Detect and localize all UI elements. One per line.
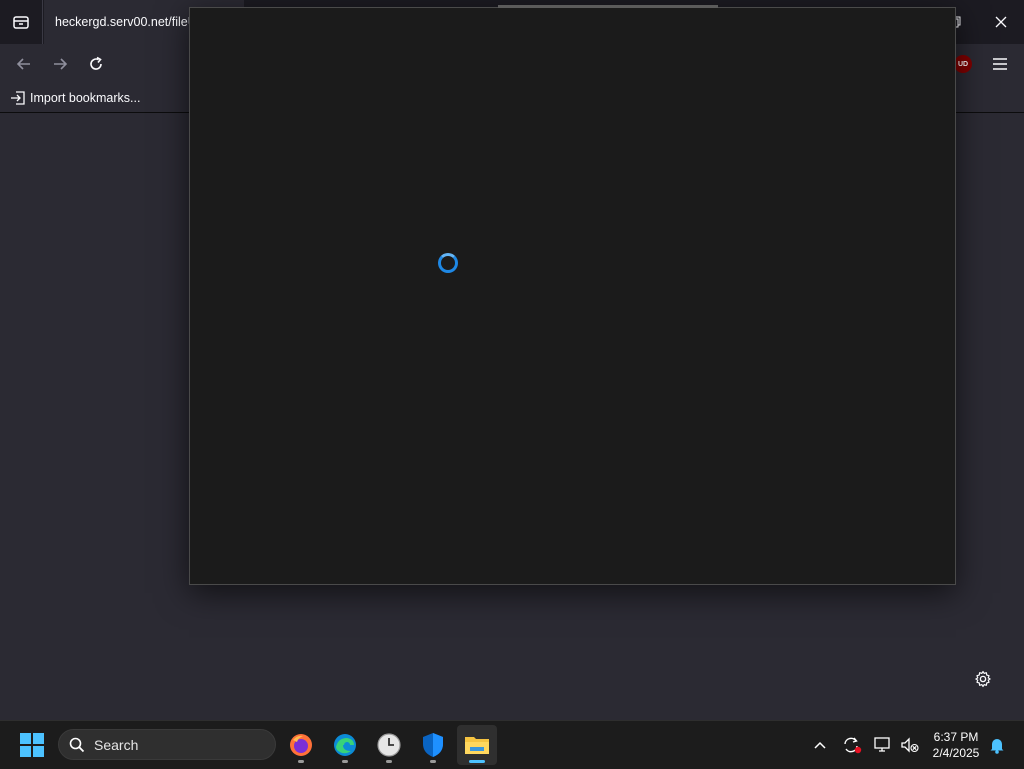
forward-arrow-icon xyxy=(54,58,68,70)
defender-icon xyxy=(423,733,443,757)
back-arrow-icon xyxy=(16,58,30,70)
popup-drag-handle[interactable] xyxy=(498,5,718,8)
edge-icon xyxy=(334,734,356,756)
clock-icon xyxy=(377,733,401,757)
tab-list-button[interactable] xyxy=(0,0,42,44)
import-icon xyxy=(11,91,25,105)
ublock-extension-button[interactable]: UD xyxy=(954,55,972,73)
app-menu-button[interactable] xyxy=(984,48,1016,80)
start-button[interactable] xyxy=(16,731,48,759)
running-indicator xyxy=(430,760,436,763)
hamburger-menu-icon xyxy=(993,58,1007,70)
taskbar: Search 6:37 PM 2/4/2025 xyxy=(0,720,1024,769)
clock-time: 6:37 PM xyxy=(933,730,979,744)
taskbar-app-firefox[interactable] xyxy=(281,725,321,765)
volume-muted-icon xyxy=(901,737,919,753)
search-placeholder: Search xyxy=(94,737,139,753)
taskbar-app-edge[interactable] xyxy=(325,725,365,765)
notifications-button[interactable] xyxy=(984,731,1010,759)
volume-button[interactable] xyxy=(897,731,923,759)
import-bookmarks-label: Import bookmarks... xyxy=(30,91,141,105)
file-explorer-icon xyxy=(465,737,489,754)
taskbar-search-box[interactable]: Search xyxy=(58,729,276,760)
sync-icon xyxy=(844,737,862,754)
running-indicator xyxy=(298,760,304,763)
windows-logo-icon xyxy=(20,733,44,757)
close-window-button[interactable] xyxy=(978,0,1024,44)
page-settings-button[interactable] xyxy=(972,668,994,690)
chevron-up-icon xyxy=(814,741,826,749)
network-icon xyxy=(874,737,890,752)
running-indicator xyxy=(342,760,348,763)
reload-icon xyxy=(90,56,102,70)
popup-window[interactable] xyxy=(189,5,956,585)
gear-icon xyxy=(975,670,991,688)
back-button[interactable] xyxy=(8,48,40,80)
show-hidden-icons-button[interactable] xyxy=(807,731,833,759)
clock-date: 2/4/2025 xyxy=(932,746,980,760)
sync-status-button[interactable] xyxy=(839,731,865,759)
tab-list-icon xyxy=(13,16,29,29)
firefox-icon xyxy=(290,734,312,756)
reload-button[interactable] xyxy=(80,48,112,80)
forward-button[interactable] xyxy=(44,48,76,80)
running-indicator xyxy=(469,760,485,763)
bell-icon xyxy=(990,739,1004,754)
taskbar-app-security[interactable] xyxy=(413,725,453,765)
close-icon xyxy=(995,16,1007,28)
taskbar-clock[interactable]: 6:37 PM 2/4/2025 xyxy=(926,729,986,761)
running-indicator xyxy=(386,760,392,763)
network-button[interactable] xyxy=(870,731,896,759)
tab-separator xyxy=(42,0,43,44)
taskbar-app-file-explorer[interactable] xyxy=(457,725,497,765)
tab-title: heckergd.serv00.net/fileU xyxy=(55,15,197,29)
search-icon xyxy=(69,737,85,753)
import-bookmarks-item[interactable]: Import bookmarks... xyxy=(10,89,140,107)
loading-spinner-icon xyxy=(438,253,458,273)
taskbar-app-clock[interactable] xyxy=(369,725,409,765)
